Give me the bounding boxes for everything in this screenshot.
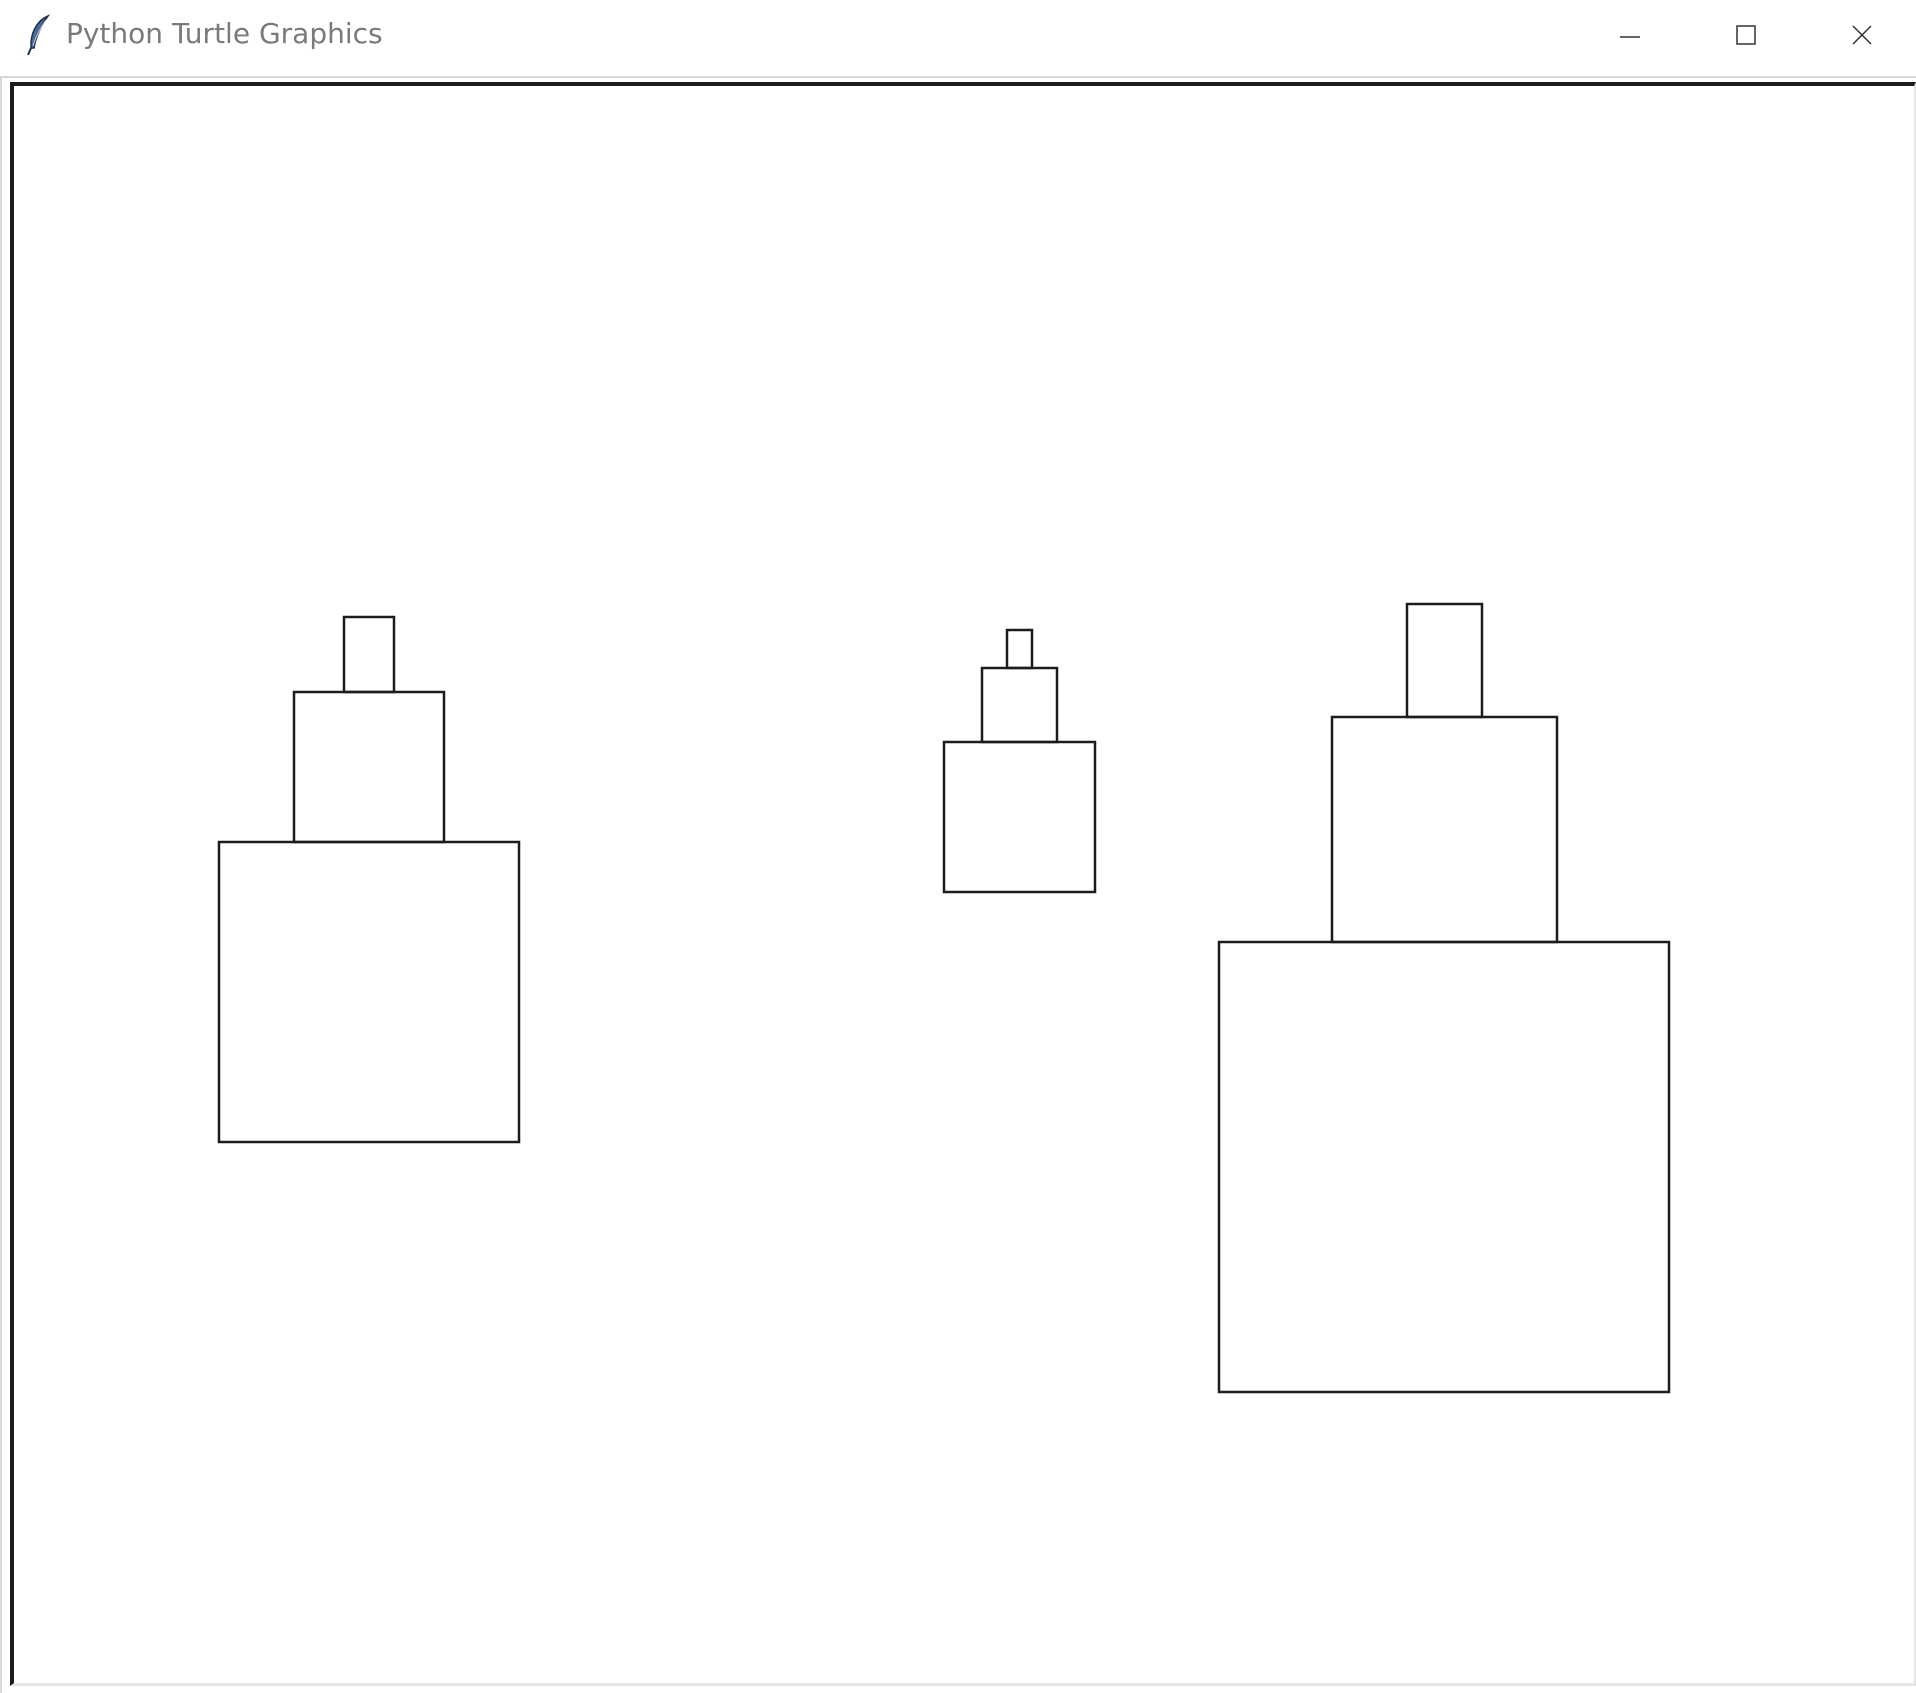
close-button[interactable]	[1804, 0, 1916, 70]
minimize-icon	[1620, 36, 1640, 38]
left-tower-large-square	[217, 840, 521, 1144]
turtle-canvas[interactable]	[10, 82, 1916, 1686]
window-title: Python Turtle Graphics	[66, 17, 383, 50]
turtle-window: Python Turtle Graphics	[0, 0, 1916, 1693]
right-tower	[1217, 602, 1671, 1394]
maximize-icon	[1736, 25, 1756, 45]
feather-icon	[27, 14, 51, 56]
left-tower-small-square	[342, 615, 396, 694]
right-tower-large-square	[1217, 940, 1671, 1394]
right-tower-small-square	[1405, 602, 1484, 719]
title-bar[interactable]: Python Turtle Graphics	[0, 0, 1916, 74]
left-tower-medium-square	[292, 690, 446, 844]
middle-tower	[942, 628, 1097, 894]
close-icon	[1852, 25, 1872, 45]
maximize-button[interactable]	[1688, 0, 1804, 70]
left-tower	[217, 615, 521, 1144]
middle-tower-large-square	[942, 740, 1097, 894]
minimize-button[interactable]	[1572, 0, 1688, 70]
middle-tower-medium-square	[980, 666, 1059, 744]
middle-tower-small-square	[1005, 628, 1034, 670]
right-tower-medium-square	[1330, 715, 1559, 944]
drawing-surface	[217, 602, 1671, 1394]
